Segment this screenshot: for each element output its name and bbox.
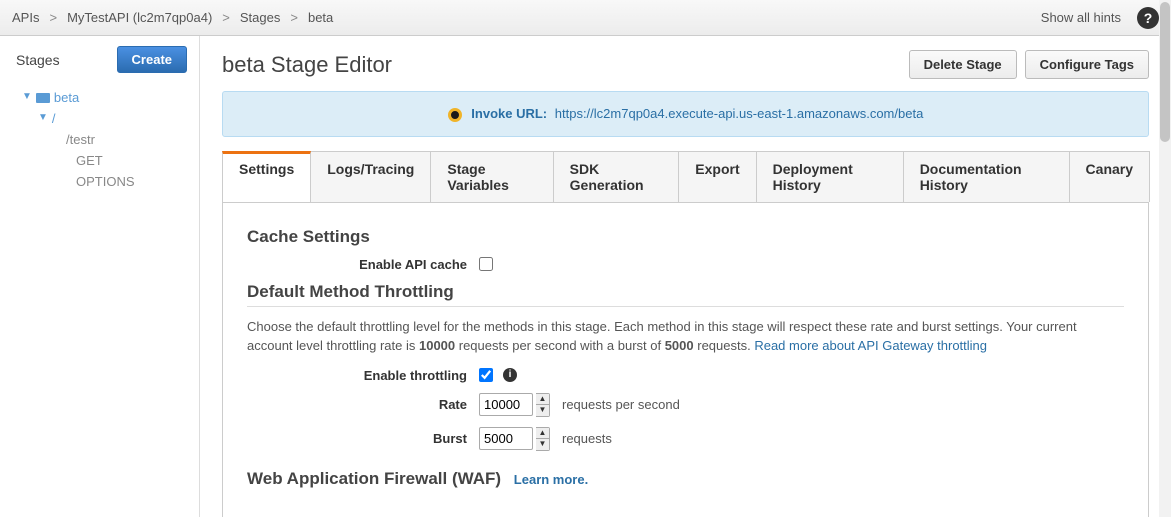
burst-label: Burst: [247, 431, 479, 446]
spinner-down-icon[interactable]: ▼: [536, 405, 549, 416]
tree-resource-testr[interactable]: /testr: [0, 129, 199, 150]
help-icon[interactable]: ?: [1137, 7, 1159, 29]
stage-icon: [36, 93, 50, 103]
page-title: beta Stage Editor: [222, 52, 392, 78]
tree-method-label: OPTIONS: [76, 174, 135, 189]
throttling-heading: Default Method Throttling: [247, 282, 1124, 307]
tree-root-resource[interactable]: ▼ /: [0, 108, 199, 129]
rate-label: Rate: [247, 397, 479, 412]
invoke-url-link[interactable]: https://lc2m7qp0a4.execute-api.us-east-1…: [555, 106, 924, 121]
burst-unit: requests: [562, 431, 612, 446]
burst-input[interactable]: [479, 427, 533, 450]
info-icon[interactable]: i: [503, 368, 517, 382]
waf-learn-more-link[interactable]: Learn more.: [514, 472, 588, 487]
tab-export[interactable]: Export: [678, 151, 756, 202]
caret-down-icon: ▼: [22, 91, 32, 102]
tree-root-label: /: [52, 111, 56, 126]
spinner-up-icon[interactable]: ▲: [536, 428, 549, 440]
breadcrumb: APIs > MyTestAPI (lc2m7qp0a4) > Stages >…: [12, 10, 333, 25]
rate-input[interactable]: [479, 393, 533, 416]
spinner-down-icon[interactable]: ▼: [536, 439, 549, 450]
enable-throttling-checkbox[interactable]: [479, 368, 493, 382]
tab-sdk-generation[interactable]: SDK Generation: [553, 151, 680, 202]
enable-throttling-label: Enable throttling: [247, 368, 479, 383]
delete-stage-button[interactable]: Delete Stage: [909, 50, 1017, 79]
show-all-hints-link[interactable]: Show all hints: [1041, 10, 1121, 25]
settings-panel: Cache Settings Enable API cache Default …: [222, 203, 1149, 517]
tab-settings[interactable]: Settings: [222, 151, 311, 202]
rate-unit: requests per second: [562, 397, 680, 412]
tab-stage-variables[interactable]: Stage Variables: [430, 151, 553, 202]
chevron-right-icon: >: [222, 10, 230, 25]
tree-method-options[interactable]: OPTIONS: [0, 171, 199, 192]
breadcrumb-api-name[interactable]: MyTestAPI (lc2m7qp0a4): [67, 10, 212, 25]
scrollbar-thumb[interactable]: [1160, 2, 1170, 142]
invoke-url-banner: Invoke URL: https://lc2m7qp0a4.execute-a…: [222, 91, 1149, 137]
burst-spinner[interactable]: ▲▼: [536, 427, 550, 451]
tab-canary[interactable]: Canary: [1069, 151, 1150, 202]
caret-down-icon: ▼: [38, 112, 48, 123]
enable-cache-label: Enable API cache: [247, 257, 479, 272]
tab-documentation-history[interactable]: Documentation History: [903, 151, 1070, 202]
stages-tree: ▼ beta ▼ / /testr GET OPTIONS: [0, 83, 199, 196]
main-panel: beta Stage Editor Delete Stage Configure…: [200, 36, 1171, 517]
enable-cache-checkbox[interactable]: [479, 257, 493, 271]
rate-spinner[interactable]: ▲▼: [536, 393, 550, 417]
chevron-right-icon: >: [49, 10, 57, 25]
create-button[interactable]: Create: [117, 46, 187, 73]
spinner-up-icon[interactable]: ▲: [536, 394, 549, 406]
top-bar: APIs > MyTestAPI (lc2m7qp0a4) > Stages >…: [0, 0, 1171, 36]
tab-deployment-history[interactable]: Deployment History: [756, 151, 904, 202]
target-icon: [448, 108, 462, 122]
tree-stage-label: beta: [54, 90, 79, 105]
sidebar: Stages Create ▼ beta ▼ / /testr GET OPTI…: [0, 36, 200, 517]
throttling-description: Choose the default throttling level for …: [247, 317, 1124, 356]
tree-resource-label: /testr: [66, 132, 95, 147]
tree-method-label: GET: [76, 153, 103, 168]
tab-logs-tracing[interactable]: Logs/Tracing: [310, 151, 431, 202]
sidebar-title: Stages: [16, 52, 60, 68]
breadcrumb-stages[interactable]: Stages: [240, 10, 280, 25]
throttling-read-more-link[interactable]: Read more about API Gateway throttling: [754, 338, 987, 353]
invoke-url-label: Invoke URL:: [471, 106, 547, 121]
breadcrumb-apis[interactable]: APIs: [12, 10, 39, 25]
cache-settings-heading: Cache Settings: [247, 227, 1124, 247]
tabs: Settings Logs/Tracing Stage Variables SD…: [222, 151, 1149, 203]
vertical-scrollbar[interactable]: [1159, 0, 1171, 517]
configure-tags-button[interactable]: Configure Tags: [1025, 50, 1149, 79]
waf-heading: Web Application Firewall (WAF) Learn mor…: [247, 469, 588, 489]
tree-stage-beta[interactable]: ▼ beta: [0, 87, 199, 108]
breadcrumb-stage-name[interactable]: beta: [308, 10, 333, 25]
tree-method-get[interactable]: GET: [0, 150, 199, 171]
chevron-right-icon: >: [290, 10, 298, 25]
